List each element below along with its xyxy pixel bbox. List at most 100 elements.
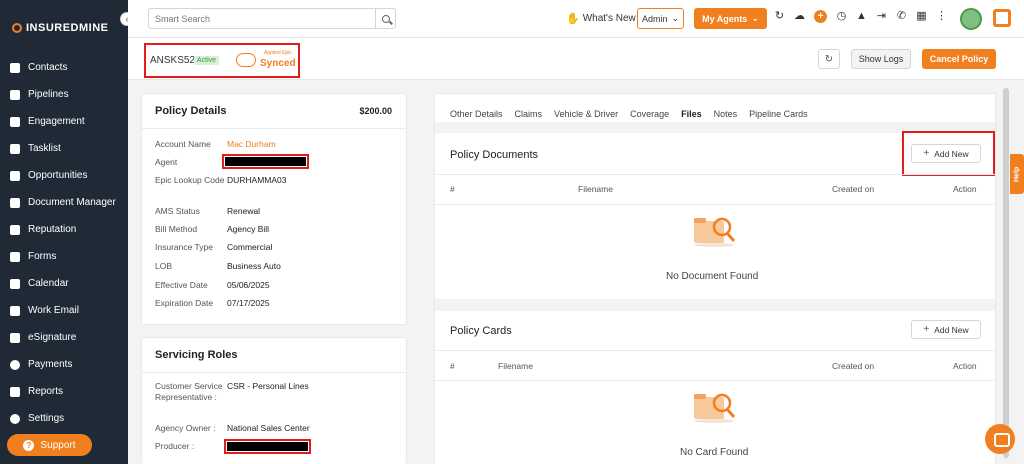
- field-value: Renewal: [227, 206, 261, 216]
- hand-wave-icon: ✋: [566, 13, 580, 25]
- chevron-down-icon: ⌄: [671, 13, 680, 23]
- sidebar-item-tasklist[interactable]: Tasklist: [0, 135, 128, 162]
- sidebar-item-label: Work Email: [28, 305, 79, 316]
- section-title: Policy Cards: [450, 325, 512, 337]
- show-logs-button[interactable]: Show Logs: [851, 49, 911, 69]
- bell-icon[interactable]: ▲: [856, 11, 867, 22]
- refresh-icon[interactable]: ↻: [774, 11, 785, 22]
- sidebar-item-contacts[interactable]: Contacts: [0, 54, 128, 81]
- scrollbar-thumb[interactable]: [1003, 88, 1009, 458]
- search-input[interactable]: [149, 9, 375, 28]
- add-new-label: Add New: [934, 324, 969, 335]
- help-tab[interactable]: Help: [1010, 154, 1024, 194]
- sidebar-item-engagement[interactable]: Engagement: [0, 108, 128, 135]
- chip-icon[interactable]: ▦: [916, 11, 927, 22]
- column-header: Action: [953, 361, 977, 371]
- empty-folder-icon: [694, 217, 736, 247]
- field-value: Agency Bill: [227, 224, 270, 234]
- empty-state-text: No Card Found: [680, 447, 749, 458]
- field-label: AMS Status: [155, 206, 200, 216]
- add-icon[interactable]: +: [814, 10, 827, 23]
- policy-details-card: Policy Details $200.00 Account Name Mac …: [141, 93, 407, 325]
- whats-new-link[interactable]: ✋ What's New: [566, 12, 636, 25]
- sidebar-item-pipelines[interactable]: Pipelines: [0, 81, 128, 108]
- sidebar-item-esignature[interactable]: eSignature: [0, 324, 128, 351]
- divider: [142, 372, 406, 373]
- column-header: Action: [953, 184, 977, 194]
- field-value: 07/17/2025: [227, 298, 270, 308]
- clock-icon[interactable]: ◷: [836, 11, 847, 22]
- sidebar-item-label: Calendar: [28, 278, 69, 289]
- account-name-link[interactable]: Mac Durham: [227, 139, 276, 150]
- sidebar-item-payments[interactable]: Payments: [0, 351, 128, 378]
- sidebar-item-forms[interactable]: Forms: [0, 243, 128, 270]
- sidebar-item-reports[interactable]: Reports: [0, 378, 128, 405]
- sync-status: Synced: [260, 58, 296, 69]
- phone-icon[interactable]: ✆: [896, 11, 907, 22]
- mail-icon: [10, 305, 20, 316]
- sidebar-item-label: Settings: [28, 413, 65, 424]
- tasklist-icon: [10, 143, 20, 154]
- user-avatar[interactable]: [960, 8, 982, 30]
- sidebar-item-label: Document Manager: [28, 197, 116, 208]
- forms-icon: [10, 251, 20, 262]
- my-agents-button[interactable]: My Agents ⌄: [694, 8, 767, 29]
- field-label: Customer Service Representative :: [155, 381, 223, 402]
- pipelines-icon: [10, 89, 20, 100]
- sidebar-item-settings[interactable]: Settings: [0, 405, 128, 432]
- cloud-sync-icon: [236, 53, 256, 67]
- dollar-icon: [10, 359, 20, 370]
- whats-new-label: What's New: [582, 13, 636, 24]
- divider: [435, 350, 995, 351]
- grid-icon[interactable]: ⋮: [936, 11, 947, 22]
- field-value: 05/06/2025: [227, 280, 270, 290]
- logo-icon: [12, 23, 22, 33]
- column-header: #: [450, 361, 455, 371]
- column-header: Created on: [832, 184, 875, 194]
- reputation-icon: [10, 224, 20, 235]
- contacts-icon: [10, 62, 20, 73]
- sidebar-item-work-email[interactable]: Work Email: [0, 297, 128, 324]
- divider: [435, 174, 995, 175]
- field-label: Bill Method: [155, 224, 198, 234]
- sidebar-item-label: Reputation: [28, 224, 77, 235]
- spacer: [435, 299, 995, 311]
- field-value: CSR - Personal Lines: [227, 381, 309, 391]
- cloud-icon[interactable]: ☁: [794, 11, 805, 22]
- sidebar-item-reputation[interactable]: Reputation: [0, 216, 128, 243]
- app-logo-icon[interactable]: [993, 9, 1011, 27]
- cancel-policy-button[interactable]: Cancel Policy: [922, 49, 996, 69]
- chevron-down-icon: ⌄: [751, 13, 759, 23]
- add-new-document-button[interactable]: + Add New: [911, 144, 981, 163]
- sidebar-item-label: Payments: [28, 359, 73, 370]
- calendar-icon: [10, 278, 20, 289]
- logo[interactable]: INSUREDMINE: [12, 22, 109, 34]
- chat-icon[interactable]: [985, 424, 1015, 454]
- logout-icon[interactable]: ⇥: [876, 11, 887, 22]
- support-button[interactable]: ? Support: [7, 434, 92, 456]
- field-label: Producer :: [155, 441, 195, 451]
- topbar-icons: ↻ ☁ + ◷ ▲ ⇥ ✆ ▦ ⋮: [774, 10, 947, 23]
- refresh-button[interactable]: ↻: [818, 49, 840, 69]
- add-new-card-button[interactable]: + Add New: [911, 320, 981, 339]
- section-title: Policy Documents: [450, 149, 539, 161]
- search-box: [148, 8, 396, 29]
- question-icon: ?: [23, 439, 35, 451]
- empty-folder-icon: [694, 393, 736, 423]
- reports-icon: [10, 386, 20, 397]
- search-button[interactable]: [375, 9, 395, 28]
- field-label: Account Name: [155, 139, 211, 149]
- policy-header: ANSKS521 Active Applied Epic Synced ↻ Sh…: [128, 38, 1024, 80]
- column-header: Created on: [832, 361, 875, 371]
- sidebar-item-opportunities[interactable]: Opportunities: [0, 162, 128, 189]
- admin-select[interactable]: Admin ⌄: [637, 8, 684, 29]
- field-label: Expiration Date: [155, 298, 214, 308]
- sidebar-item-document-manager[interactable]: Document Manager: [0, 189, 128, 216]
- scrollbar[interactable]: [1003, 88, 1009, 458]
- field-label: Insurance Type: [155, 242, 213, 252]
- status-badge: Active: [194, 56, 220, 65]
- topbar: ✋ What's New Admin ⌄ My Agents ⌄ ↻ ☁ + ◷…: [128, 0, 1024, 38]
- card-title: Policy Details: [155, 105, 227, 117]
- sidebar-item-calendar[interactable]: Calendar: [0, 270, 128, 297]
- field-label: Agent: [155, 157, 178, 167]
